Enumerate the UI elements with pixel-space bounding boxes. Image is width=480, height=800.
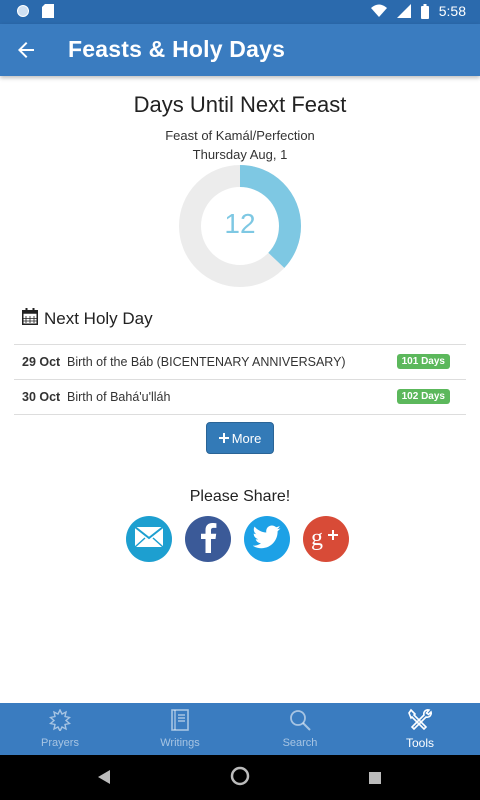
more-button[interactable]: More (206, 422, 274, 454)
holy-day-list: 29 Oct Birth of the Báb (BICENTENARY ANN… (14, 344, 466, 415)
system-recents-icon[interactable] (369, 771, 381, 789)
days-count: 12 (224, 208, 256, 239)
twitter-bird-icon (252, 525, 281, 554)
system-back-icon[interactable] (98, 770, 110, 789)
share-heading: Please Share! (189, 488, 291, 505)
battery-icon (420, 3, 429, 19)
signal-icon (396, 4, 411, 18)
search-icon (289, 709, 311, 734)
next-holy-day-heading: Next Holy Day (22, 308, 153, 330)
sync-icon (16, 4, 30, 18)
share-buttons: g (126, 516, 349, 562)
back-arrow-icon[interactable] (10, 34, 42, 66)
bottom-navigation: Prayers Writings Search Tools (0, 703, 480, 755)
app-bar: Feasts & Holy Days (0, 24, 480, 76)
book-icon (170, 709, 190, 734)
calendar-icon (22, 308, 38, 330)
holy-day-date: 29 Oct (22, 355, 61, 369)
sd-card-icon (42, 4, 54, 18)
holy-day-row: 29 Oct Birth of the Báb (BICENTENARY ANN… (14, 345, 466, 380)
facebook-share-button[interactable] (185, 516, 231, 562)
envelope-icon (134, 525, 164, 553)
system-home-icon[interactable] (230, 766, 250, 791)
nav-item-search[interactable]: Search (240, 703, 360, 755)
facebook-icon (199, 521, 217, 558)
prayers-star-icon (48, 708, 72, 734)
nav-label-prayers: Prayers (41, 737, 79, 749)
next-holy-day-label: Next Holy Day (44, 309, 153, 328)
twitter-share-button[interactable] (244, 516, 290, 562)
nav-label-tools: Tools (405, 736, 434, 750)
feast-name: Feast of Kamál/Perfection (165, 128, 315, 143)
days-badge: 102 Days (396, 389, 450, 404)
holy-day-date: 30 Oct (22, 390, 61, 404)
status-bar: 5:58 (0, 0, 480, 24)
google-plus-share-button[interactable]: g (303, 516, 349, 562)
nav-label-search: Search (282, 737, 318, 749)
nav-item-prayers[interactable]: Prayers (0, 703, 120, 755)
svg-text:g: g (311, 525, 323, 550)
nav-label-writings: Writings (160, 737, 200, 749)
clock-time: 5:58 (438, 3, 466, 19)
more-button-label: More (231, 430, 262, 446)
system-navigation-bar (0, 755, 480, 800)
page-title: Feasts & Holy Days (68, 36, 286, 62)
tools-icon (408, 708, 432, 733)
nav-item-tools[interactable]: Tools (360, 703, 480, 755)
wifi-icon (370, 4, 387, 18)
app-screen: 5:58 Feasts & Holy Days Days Until Next … (0, 0, 480, 800)
feast-date: Thursday Aug, 1 (192, 147, 288, 162)
countdown-heading: Days Until Next Feast (133, 92, 347, 117)
email-share-button[interactable] (126, 516, 172, 562)
plus-icon (218, 431, 229, 446)
google-plus-icon: g (311, 524, 341, 555)
holy-day-row: 30 Oct Birth of Bahá'u'lláh 102 Days (14, 380, 466, 415)
nav-item-writings[interactable]: Writings (120, 703, 240, 755)
days-badge: 101 Days (396, 354, 450, 369)
